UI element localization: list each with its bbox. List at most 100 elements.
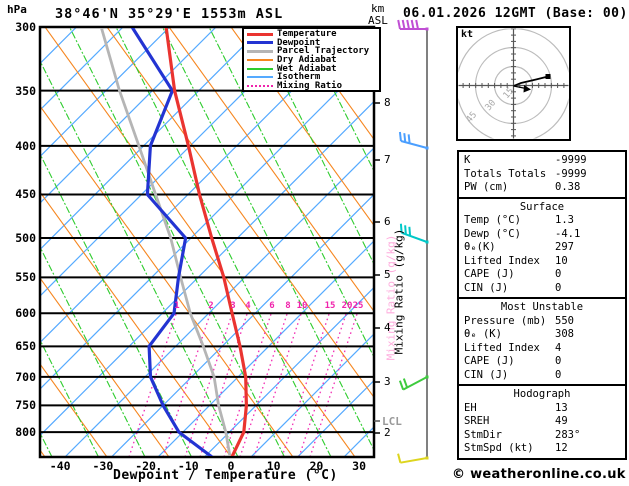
- table-row: K -9999: [459, 154, 625, 168]
- pressure-tick-label: 350: [15, 83, 36, 98]
- legend-line-sample: [247, 41, 273, 45]
- metric-label: θₑ(K): [464, 241, 496, 253]
- metric-label: CIN (J): [464, 281, 509, 294]
- legend-line-sample: [247, 76, 273, 79]
- km-tick-label: 5: [384, 268, 391, 281]
- metric-value: 308: [555, 328, 574, 340]
- metric-label: CAPE (J): [464, 355, 515, 367]
- metric-label: Totals Totals: [464, 167, 547, 180]
- svg-text:45: 45: [465, 110, 480, 125]
- metric-label: K: [464, 154, 471, 166]
- asl-axis-label: ASL: [368, 14, 388, 27]
- metric-value: 0: [555, 281, 562, 294]
- table-row: Lifted Index 10: [459, 255, 625, 269]
- metric-value: 0: [555, 355, 562, 367]
- metric-label: Lifted Index: [464, 254, 540, 267]
- km-tick-label: 7: [384, 153, 391, 166]
- legend-line-sample: [247, 49, 273, 53]
- pressure-tick-label: 300: [15, 20, 36, 34]
- metric-value: 4: [555, 341, 562, 354]
- temp-tick-label: 30: [352, 459, 367, 473]
- hodograph-unit-label: kt: [461, 29, 474, 40]
- metric-label: StmDir: [464, 428, 502, 441]
- hodograph: 153045: [458, 28, 569, 139]
- metric-label: Lifted Index: [464, 341, 540, 354]
- metric-value: -9999: [555, 167, 587, 180]
- table-row: EH 13: [459, 402, 625, 416]
- metric-value: 0.38: [555, 181, 581, 193]
- table-row: θₑ(K) 297: [459, 241, 625, 255]
- page-title: 38°46'N 35°29'E 1553m ASL: [55, 6, 284, 22]
- wind-barb: [397, 453, 429, 464]
- metric-label: CAPE (J): [464, 268, 515, 280]
- pressure-tick-label: 450: [15, 187, 36, 202]
- legend-item: Dry Adiabat: [244, 55, 379, 65]
- metric-value: 1.3: [555, 214, 574, 226]
- mixing-ratio-value-label: 10: [296, 301, 308, 311]
- metric-value: 0: [555, 368, 562, 381]
- pressure-tick-label: 400: [15, 138, 36, 153]
- temp-tick-label: -20: [135, 459, 156, 473]
- mixing-ratio-value-label: 20: [341, 301, 353, 311]
- km-tick-label: 8: [384, 96, 391, 109]
- legend-item-label: Mixing Ratio: [277, 81, 343, 91]
- copyright: © weatheronline.co.uk: [452, 467, 626, 482]
- run-date-label: 06.01.2026 12GMT (Base: 00): [403, 6, 628, 21]
- temp-tick-label: 0: [227, 459, 235, 473]
- km-tick-label: 4: [384, 321, 391, 334]
- km-tick-label: 3: [384, 375, 391, 388]
- metric-value: -9999: [555, 154, 587, 166]
- metric-label: θₑ (K): [464, 328, 502, 340]
- mixing-ratio-value-label: 1: [174, 301, 180, 311]
- metric-value: 49: [555, 415, 568, 427]
- metric-value: 297: [555, 241, 574, 253]
- table-row: θₑ (K) 308: [459, 328, 625, 342]
- legend-item: Mixing Ratio: [244, 81, 379, 91]
- table-row: StmSpd (kt) 12: [459, 442, 625, 456]
- mixing-ratio-value-label: 8: [285, 301, 291, 311]
- table-row: SREH 49: [459, 415, 625, 429]
- table-row: Lifted Index 4: [459, 342, 625, 356]
- skewt-sounding-page: 15 30 45 hPa 38°46'N 35°29'E 1553m ASL km …: [0, 0, 629, 486]
- pressure-tick-label: 550: [15, 270, 36, 285]
- table-section: Most Unstable Pressure (mb) 550 θₑ (K) 308 Li…: [457, 297, 627, 386]
- metric-label: Temp (°C): [464, 214, 521, 226]
- mixing-ratio-value-label: 3: [230, 301, 236, 311]
- table-row: Pressure (mb) 550: [459, 315, 625, 329]
- legend-box: Temperature Dewpoint Parcel Trajectory Dry …: [242, 27, 381, 92]
- pressure-tick-label: 500: [15, 230, 36, 245]
- wind-barb: [398, 131, 429, 150]
- temp-tick-label: -40: [49, 459, 71, 473]
- temp-tick-label: -30: [92, 459, 114, 473]
- pressure-unit-label: hPa: [7, 3, 27, 16]
- table-row: CAPE (J) 0: [459, 268, 625, 282]
- pressure-tick-label: 650: [15, 339, 36, 354]
- table-row: Totals Totals -9999: [459, 168, 625, 182]
- legend-line-sample: [247, 59, 273, 62]
- indices-table: K -9999 Totals Totals -9999 PW (cm) 0.38 Surfa…: [457, 150, 627, 460]
- table-row: CAPE (J) 0: [459, 355, 625, 369]
- legend-line-sample: [247, 84, 273, 87]
- metric-value: 13: [555, 401, 568, 414]
- table-row: Temp (°C) 1.3: [459, 214, 625, 228]
- km-tick-label: 6: [384, 215, 391, 228]
- table-section: Hodograph EH 13 SREH 49 StmDir 283° StmSpd (kt)…: [457, 384, 627, 460]
- metric-value: 0: [555, 268, 562, 280]
- metric-label: SREH: [464, 415, 490, 427]
- table-row: CIN (J) 0: [459, 369, 625, 383]
- table-row: PW (cm) 0.38: [459, 181, 625, 195]
- km-tick-label: 2: [384, 426, 391, 439]
- metric-label: Pressure (mb): [464, 314, 547, 327]
- wind-barb: [398, 375, 429, 391]
- table-row: StmDir 283°: [459, 429, 625, 443]
- table-row: CIN (J) 0: [459, 282, 625, 296]
- metric-value: 10: [555, 254, 568, 267]
- pressure-tick-label: 700: [15, 369, 36, 384]
- mixing-ratio-value-label: 2: [208, 301, 214, 311]
- metric-label: EH: [464, 401, 477, 414]
- wind-barb: [397, 19, 429, 31]
- table-section: K -9999 Totals Totals -9999 PW (cm) 0.38: [457, 150, 627, 199]
- metric-value: 12: [555, 442, 568, 454]
- temp-tick-label: 10: [266, 459, 281, 473]
- temp-tick-label: -10: [177, 459, 199, 473]
